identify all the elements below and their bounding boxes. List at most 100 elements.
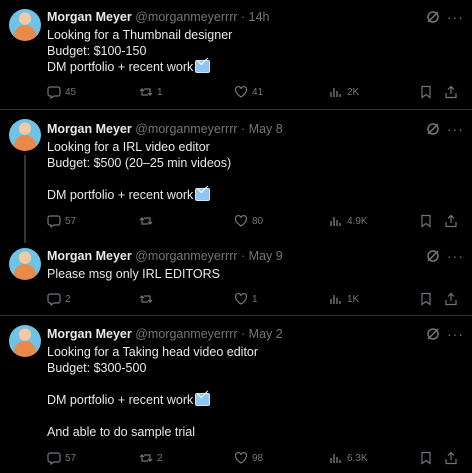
heart-icon — [234, 214, 248, 227]
action-bar: 2 1 1K — [47, 292, 472, 308]
like-count: 80 — [252, 215, 264, 227]
author-handle[interactable]: @morganmeyerrrr — [135, 122, 237, 136]
reply-count: 57 — [65, 452, 77, 464]
share-button[interactable] — [444, 85, 458, 99]
tweet-line: Looking for a IRL video editor — [47, 140, 210, 154]
tweet-line: Looking for a Taking head video editor — [47, 345, 259, 359]
bookmark-button[interactable] — [419, 451, 433, 465]
tweet-text: Looking for a IRL video editor Budget: $… — [47, 139, 231, 203]
avatar[interactable] — [9, 248, 41, 280]
tweet[interactable]: Morgan Meyer @morganmeyerrrr · May 2 ···… — [0, 316, 472, 473]
views-count: 6.3K — [347, 452, 368, 464]
reply-count: 2 — [65, 293, 71, 305]
grok-icon[interactable] — [426, 122, 440, 136]
tweet-text: Looking for a Thumbnail designer Budget:… — [47, 27, 232, 75]
tweet-text: Looking for a Taking head video editor B… — [47, 344, 258, 440]
share-icon — [445, 451, 457, 465]
like-button[interactable]: 98 — [234, 451, 263, 465]
retweet-button[interactable]: 2 — [139, 451, 163, 465]
tweet-time[interactable]: · May 2 — [241, 327, 283, 341]
grok-icon[interactable] — [426, 327, 440, 341]
tweet-line: DM portfolio + recent work — [47, 393, 194, 407]
envelope-emoji — [195, 60, 211, 73]
tweet[interactable]: Morgan Meyer @morganmeyerrrr · May 8 ···… — [0, 110, 472, 243]
tweet-header: Morgan Meyer @morganmeyerrrr · May 2 — [47, 327, 283, 341]
tweet-header: Morgan Meyer @morganmeyerrrr · May 8 — [47, 122, 283, 136]
more-icon[interactable]: ··· — [447, 249, 464, 263]
reply-button[interactable]: 2 — [47, 292, 71, 306]
views-button[interactable]: 4.9K — [329, 214, 368, 228]
retweet-button[interactable] — [139, 214, 157, 228]
tweet[interactable]: Morgan Meyer @morganmeyerrrr · May 9 ···… — [0, 243, 472, 316]
author-name[interactable]: Morgan Meyer — [47, 249, 132, 263]
tweet[interactable]: Morgan Meyer @morganmeyerrrr · 14h ··· L… — [0, 0, 472, 110]
author-handle[interactable]: @morganmeyerrrr — [135, 10, 237, 24]
action-bar: 45 1 41 2K — [47, 85, 472, 101]
tweet-header: Morgan Meyer @morganmeyerrrr · 14h — [47, 10, 270, 24]
views-icon — [330, 217, 341, 226]
reply-icon — [47, 293, 61, 306]
author-handle[interactable]: @morganmeyerrrr — [135, 249, 237, 263]
envelope-emoji — [195, 188, 211, 201]
envelope-emoji — [195, 393, 211, 406]
tweet-line: And able to do sample trial — [47, 425, 196, 439]
reply-button[interactable]: 45 — [47, 85, 76, 99]
views-button[interactable]: 1K — [329, 292, 359, 306]
retweet-icon — [139, 217, 153, 225]
bookmark-button[interactable] — [419, 292, 433, 306]
share-button[interactable] — [444, 292, 458, 306]
reply-count: 45 — [65, 86, 77, 98]
reply-button[interactable]: 57 — [47, 451, 76, 465]
like-count: 98 — [252, 452, 264, 464]
author-name[interactable]: Morgan Meyer — [47, 327, 132, 341]
like-button[interactable]: 1 — [234, 292, 258, 306]
reply-icon — [47, 86, 61, 99]
reply-icon — [47, 215, 61, 228]
tweet-time[interactable]: · 14h — [241, 10, 270, 24]
views-button[interactable]: 2K — [329, 85, 359, 99]
tweet-header: Morgan Meyer @morganmeyerrrr · May 9 — [47, 249, 283, 263]
views-count: 4.9K — [347, 215, 368, 227]
tweet-time[interactable]: · May 9 — [241, 249, 283, 263]
grok-icon[interactable] — [426, 249, 440, 263]
like-count: 41 — [252, 86, 264, 98]
action-bar: 57 2 98 6.3K — [47, 451, 472, 467]
reply-button[interactable]: 57 — [47, 214, 76, 228]
like-count: 1 — [252, 293, 258, 305]
author-name[interactable]: Morgan Meyer — [47, 10, 132, 24]
share-icon — [445, 85, 457, 99]
like-button[interactable]: 41 — [234, 85, 263, 99]
avatar[interactable] — [9, 119, 41, 151]
share-icon — [445, 214, 457, 228]
tweet-line: Please msg only IRL EDITORS — [47, 267, 220, 281]
like-button[interactable]: 80 — [234, 214, 263, 228]
retweet-count: 1 — [157, 86, 163, 98]
avatar[interactable] — [9, 325, 41, 357]
more-icon[interactable]: ··· — [447, 122, 464, 136]
tweet-line: DM portfolio + recent work — [47, 60, 194, 74]
tweet-line: Budget: $300-500 — [47, 361, 147, 375]
heart-icon — [234, 292, 248, 305]
more-icon[interactable]: ··· — [447, 327, 464, 341]
retweet-button[interactable]: 1 — [139, 85, 163, 99]
avatar[interactable] — [9, 9, 41, 41]
tweet-time[interactable]: · May 8 — [241, 122, 283, 136]
more-icon[interactable]: ··· — [447, 10, 464, 24]
bookmark-button[interactable] — [419, 85, 433, 99]
share-button[interactable] — [444, 214, 458, 228]
grok-icon[interactable] — [426, 10, 440, 24]
tweet-line: Looking for a Thumbnail designer — [47, 28, 233, 42]
heart-icon — [234, 85, 248, 98]
share-button[interactable] — [444, 451, 458, 465]
author-name[interactable]: Morgan Meyer — [47, 122, 132, 136]
views-button[interactable]: 6.3K — [329, 451, 368, 465]
author-handle[interactable]: @morganmeyerrrr — [135, 327, 237, 341]
retweet-button[interactable] — [139, 292, 157, 306]
views-count: 1K — [347, 293, 360, 305]
tweet-line: Budget: $500 (20–25 min videos) — [47, 156, 232, 170]
bookmark-icon — [421, 451, 431, 465]
bookmark-button[interactable] — [419, 214, 433, 228]
views-count: 2K — [347, 86, 360, 98]
views-icon — [330, 88, 341, 97]
reply-icon — [47, 452, 61, 465]
